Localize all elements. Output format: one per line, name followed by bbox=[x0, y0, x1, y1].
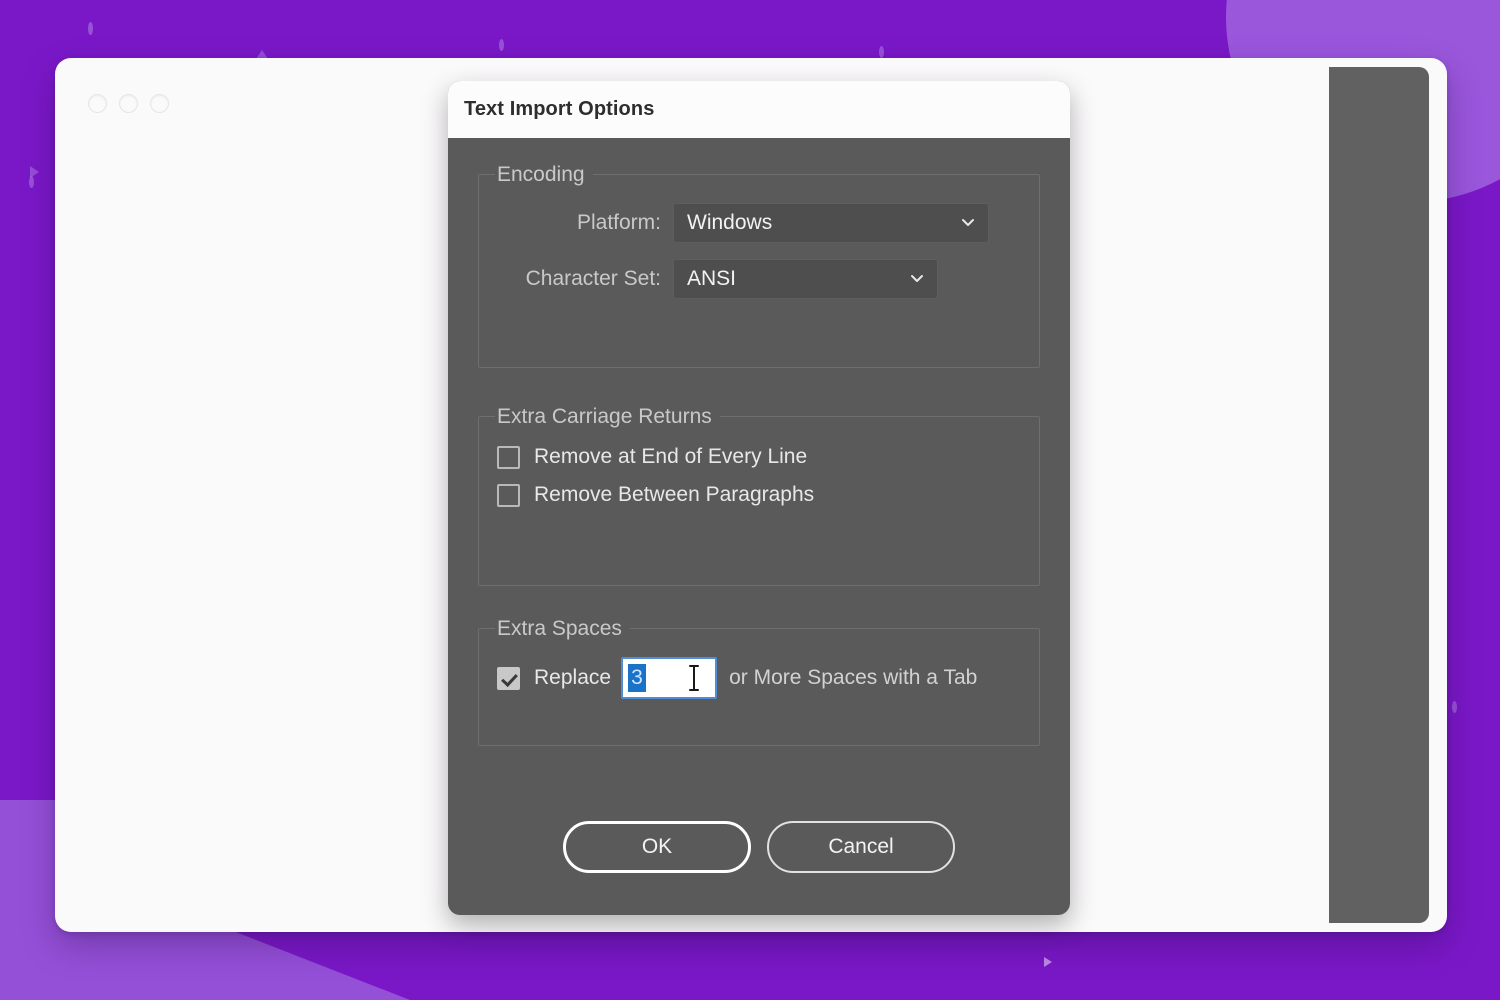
remove-end-of-line-label: Remove at End of Every Line bbox=[534, 445, 808, 468]
ok-button[interactable]: OK bbox=[563, 821, 751, 873]
decor-triangle bbox=[1044, 957, 1052, 967]
character-set-label: Character Set: bbox=[525, 267, 661, 290]
dialog-footer: OK Cancel bbox=[448, 797, 1070, 915]
platform-label: Platform: bbox=[576, 211, 661, 234]
encoding-group-legend: Encoding bbox=[495, 162, 593, 188]
dialog-body: Encoding Platform: Windows Character Set… bbox=[448, 138, 1070, 797]
chevron-down-icon bbox=[910, 271, 924, 285]
i-beam-cursor-icon bbox=[687, 664, 701, 692]
spaces-count-input-value: 3 bbox=[628, 664, 646, 692]
decor-speck bbox=[499, 39, 504, 51]
character-set-select-value: ANSI bbox=[687, 267, 737, 290]
replace-spaces-label: Replace bbox=[534, 666, 612, 689]
extra-spaces-group: Extra Spaces Replace 3 or More Spaces wi… bbox=[478, 616, 1040, 746]
right-side-panel bbox=[1329, 67, 1429, 923]
maximize-dot-icon[interactable] bbox=[150, 94, 169, 113]
replace-spaces-suffix-label: or More Spaces with a Tab bbox=[729, 666, 978, 689]
remove-between-paragraphs-checkbox[interactable] bbox=[497, 483, 520, 507]
encoding-group: Encoding Platform: Windows Character Set… bbox=[478, 162, 1040, 368]
replace-spaces-checkbox[interactable] bbox=[497, 666, 520, 690]
chevron-down-icon bbox=[961, 215, 975, 229]
window-controls[interactable] bbox=[88, 94, 169, 113]
remove-between-paragraphs-row[interactable]: Remove Between Paragraphs bbox=[497, 483, 1021, 507]
decor-triangle bbox=[30, 166, 39, 178]
platform-row: Platform: Windows bbox=[497, 203, 1021, 243]
remove-end-of-line-checkbox[interactable] bbox=[497, 445, 520, 469]
extra-carriage-returns-group-legend: Extra Carriage Returns bbox=[495, 404, 720, 430]
close-dot-icon[interactable] bbox=[88, 94, 107, 113]
character-set-select[interactable]: ANSI bbox=[673, 259, 938, 299]
minimize-dot-icon[interactable] bbox=[119, 94, 138, 113]
cancel-button[interactable]: Cancel bbox=[767, 821, 955, 873]
extra-spaces-group-legend: Extra Spaces bbox=[495, 616, 630, 642]
decor-speck bbox=[88, 22, 93, 35]
dialog-title: Text Import Options bbox=[464, 98, 655, 120]
platform-select[interactable]: Windows bbox=[673, 203, 989, 243]
text-import-options-dialog: Text Import Options Encoding Platform: W… bbox=[448, 81, 1070, 915]
remove-end-of-line-row[interactable]: Remove at End of Every Line bbox=[497, 445, 1021, 469]
extra-carriage-returns-group: Extra Carriage Returns Remove at End of … bbox=[478, 404, 1040, 586]
replace-spaces-row: Replace 3 or More Spaces with a Tab bbox=[497, 657, 1021, 699]
platform-select-value: Windows bbox=[687, 211, 773, 234]
screenshot-stage: Text Import Options Encoding Platform: W… bbox=[0, 0, 1500, 1000]
character-set-row: Character Set: ANSI bbox=[497, 259, 1021, 299]
spaces-count-input[interactable]: 3 bbox=[621, 657, 718, 699]
decor-speck bbox=[879, 46, 884, 58]
decor-speck bbox=[1452, 701, 1457, 713]
dialog-titlebar: Text Import Options bbox=[448, 81, 1070, 138]
remove-between-paragraphs-label: Remove Between Paragraphs bbox=[534, 483, 815, 506]
